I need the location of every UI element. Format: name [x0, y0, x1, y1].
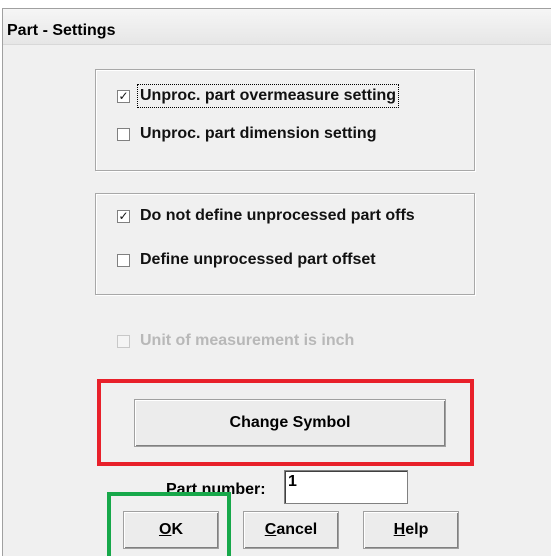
checkbox-box — [117, 253, 130, 267]
help-button[interactable]: Help — [363, 511, 459, 549]
checkbox-box: ✓ — [117, 88, 130, 103]
title-bar[interactable]: Part - Settings — [3, 9, 551, 45]
checkbox-label: Unproc. part dimension setting — [140, 125, 377, 142]
checkbox-label: Define unprocessed part offset — [140, 251, 376, 268]
checkbox-label: Do not define unprocessed part offs — [140, 207, 415, 224]
part-settings-dialog: Part - Settings ✓ Unproc. part overmeasu… — [2, 8, 551, 556]
define-offset-checkbox[interactable]: Define unprocessed part offset — [117, 251, 376, 269]
overmeasure-setting-checkbox[interactable]: ✓ Unproc. part overmeasure setting — [117, 84, 400, 108]
cancel-button[interactable]: Cancel — [243, 511, 339, 549]
checkbox-box — [117, 127, 130, 141]
part-number-input[interactable]: 1 — [284, 470, 408, 504]
checkbox-box — [117, 334, 130, 348]
overmeasure-group — [95, 69, 475, 171]
unit-inch-checkbox[interactable]: Unit of measurement is inch — [117, 332, 354, 350]
change-symbol-highlight — [97, 379, 474, 466]
button-label: Help — [393, 521, 429, 538]
checkbox-box: ✓ — [117, 208, 130, 223]
checkbox-label: Unproc. part overmeasure setting — [136, 84, 400, 108]
checkbox-label: Unit of measurement is inch — [140, 332, 355, 349]
do-not-define-offset-checkbox[interactable]: ✓ Do not define unprocessed part offs — [117, 207, 457, 225]
button-label: Cancel — [264, 521, 318, 538]
ok-button-highlight — [107, 492, 231, 556]
dialog-title: Part - Settings — [7, 22, 116, 39]
dimension-setting-checkbox[interactable]: Unproc. part dimension setting — [117, 125, 376, 143]
